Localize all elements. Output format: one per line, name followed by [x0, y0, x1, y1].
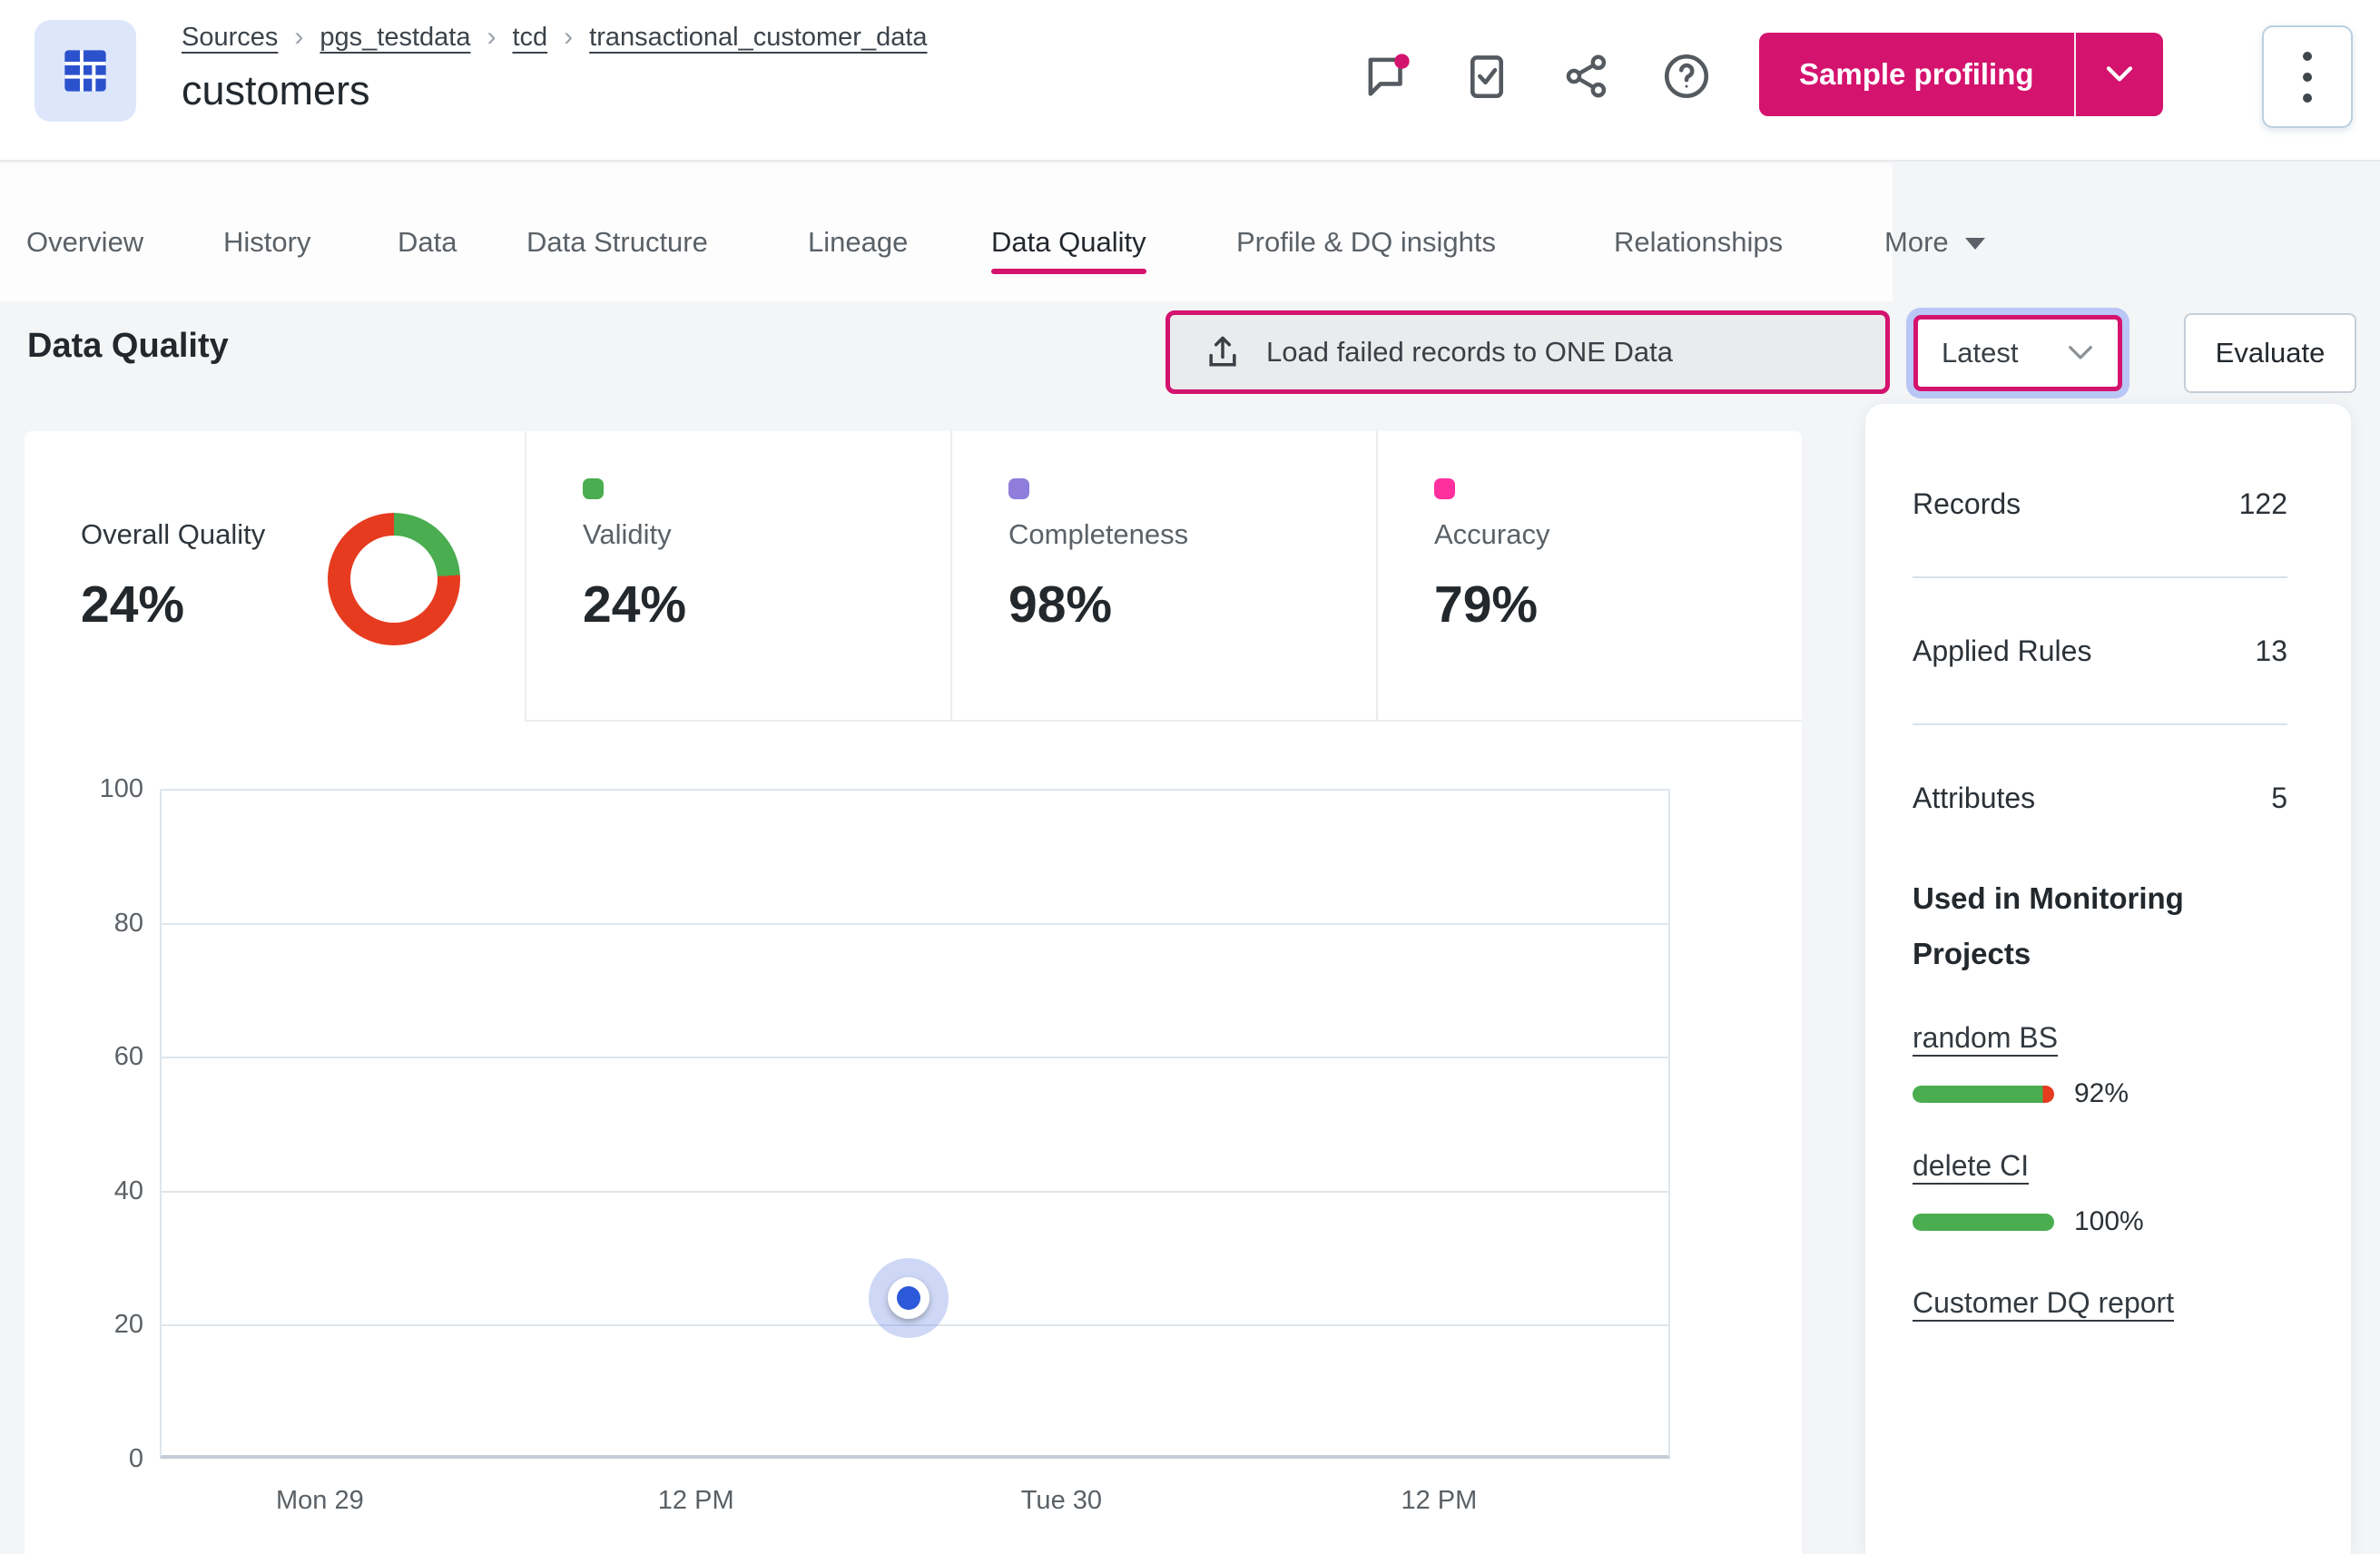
tab-data-structure[interactable]: Data Structure [526, 226, 708, 259]
upload-icon [1209, 336, 1236, 367]
chevron-right-icon [487, 22, 496, 53]
overall-quality-donut [328, 513, 460, 645]
accuracy-value: 79% [1434, 575, 1539, 634]
dq-history-chart [160, 789, 1670, 1459]
y-tick-20: 20 [113, 1310, 143, 1339]
accuracy-label: Accuracy [1434, 518, 1550, 550]
help-icon[interactable] [1659, 49, 1714, 103]
completeness-card: Completeness 98% [950, 431, 1376, 722]
progress-value: 100% [2074, 1206, 2144, 1237]
progress-bar [1913, 1085, 2054, 1103]
project-link-delete-ci[interactable]: delete CI [1913, 1149, 2029, 1183]
project-progress-row: 100% [1913, 1206, 2287, 1237]
x-tick-12pm-1: 12 PM [657, 1486, 734, 1515]
attributes-stat: Attributes 5 [1913, 771, 2287, 825]
accuracy-color-dot [1434, 478, 1455, 499]
monitoring-projects-heading: Used in Monitoring Projects [1913, 881, 2184, 971]
table-icon [64, 50, 106, 92]
records-label: Records [1913, 487, 2021, 520]
tab-relationships[interactable]: Relationships [1614, 226, 1783, 259]
catalog-item-icon [34, 20, 136, 122]
chevron-right-icon [294, 22, 303, 53]
sample-profiling-button[interactable]: Sample profiling [1759, 33, 2074, 116]
gridline-40 [162, 1191, 1668, 1193]
kebab-dot [2303, 93, 2312, 103]
quality-summary-cards: Overall Quality 24% Validity 24% Complet… [25, 431, 1802, 722]
overall-quality-value: 24% [81, 575, 185, 634]
validity-card: Validity 24% [525, 431, 950, 722]
overall-quality-label: Overall Quality [81, 518, 266, 550]
tab-overview[interactable]: Overview [26, 226, 143, 259]
applied-rules-label: Applied Rules [1913, 634, 2092, 667]
tab-data-quality[interactable]: Data Quality [991, 226, 1146, 274]
progress-bar [1913, 1213, 2054, 1231]
project-link-random-bs[interactable]: random BS [1913, 1021, 2058, 1055]
applied-rules-stat: Applied Rules 13 [1913, 624, 2287, 678]
gridline-80 [162, 923, 1668, 925]
chevron-down-icon [2069, 346, 2092, 359]
x-tick-mon29: Mon 29 [276, 1486, 364, 1515]
completeness-label: Completeness [1008, 518, 1189, 550]
more-options-kebab-button[interactable] [2262, 25, 2353, 128]
y-tick-40: 40 [113, 1176, 143, 1205]
version-select[interactable]: Latest [1913, 315, 2122, 391]
sample-profiling-split-button: Sample profiling [1759, 33, 2163, 116]
validity-value: 24% [583, 575, 687, 634]
progress-value: 92% [2074, 1078, 2129, 1109]
tasks-icon[interactable] [1460, 49, 1514, 103]
kebab-dot [2303, 51, 2312, 61]
breadcrumb-sources[interactable]: Sources [182, 23, 278, 53]
tab-profile-dq-insights[interactable]: Profile & DQ insights [1236, 226, 1496, 259]
attributes-label: Attributes [1913, 781, 2036, 814]
validity-color-dot [583, 478, 604, 499]
tab-bar: Overview History Data Data Structure Lin… [0, 163, 1985, 301]
breadcrumb-transactional-customer-data[interactable]: transactional_customer_data [589, 23, 927, 53]
comments-icon[interactable] [1360, 49, 1414, 103]
completeness-value: 98% [1008, 575, 1113, 634]
breadcrumb: Sources pgs_testdata tcd transactional_c… [182, 22, 928, 53]
tab-history[interactable]: History [223, 226, 310, 259]
x-tick-12pm-2: 12 PM [1401, 1486, 1478, 1515]
tab-lineage[interactable]: Lineage [808, 226, 908, 259]
tab-more[interactable]: More [1884, 226, 1985, 259]
x-tick-tue30: Tue 30 [1020, 1486, 1103, 1515]
caret-down-icon [1964, 238, 1985, 251]
applied-rules-value: 13 [2255, 634, 2287, 667]
y-tick-0: 0 [128, 1444, 143, 1473]
breadcrumb-tcd[interactable]: tcd [512, 23, 547, 53]
validity-label: Validity [583, 518, 672, 550]
load-failed-records-button[interactable]: Load failed records to ONE Data [1165, 310, 1890, 394]
attributes-value: 5 [2271, 781, 2287, 814]
y-tick-80: 80 [113, 909, 143, 938]
kebab-dot [2303, 72, 2312, 82]
section-heading: Data Quality [27, 327, 229, 365]
evaluate-button[interactable]: Evaluate [2184, 313, 2356, 393]
chevron-right-icon [564, 22, 573, 53]
tab-data[interactable]: Data [398, 226, 457, 259]
data-point-ring [888, 1276, 930, 1319]
page-title: customers [182, 67, 370, 113]
records-value: 122 [2238, 487, 2287, 520]
app-header: Sources pgs_testdata tcd transactional_c… [0, 0, 2380, 162]
records-stat: Records 122 [1913, 477, 2287, 531]
share-icon[interactable] [1559, 49, 1614, 103]
details-sidebar: Records 122 Applied Rules 13 Attributes … [1865, 404, 2351, 1554]
chevron-down-icon [2106, 66, 2132, 82]
y-tick-100: 100 [99, 774, 143, 803]
customer-dq-report-link[interactable]: Customer DQ report [1913, 1286, 2174, 1320]
breadcrumb-pgs-testdata[interactable]: pgs_testdata [320, 23, 470, 53]
accuracy-card: Accuracy 79% [1376, 431, 1802, 722]
data-point-dot [897, 1285, 921, 1310]
y-tick-60: 60 [113, 1042, 143, 1071]
divider [1913, 723, 2287, 725]
data-quality-panel: Overall Quality 24% Validity 24% Complet… [25, 431, 1802, 1554]
overall-quality-card: Overall Quality 24% [25, 431, 525, 722]
project-progress-row: 92% [1913, 1078, 2287, 1109]
divider [1913, 576, 2287, 578]
chart-data-point[interactable] [869, 1257, 949, 1338]
gridline-60 [162, 1057, 1668, 1058]
profiling-options-dropdown[interactable] [2076, 33, 2163, 116]
completeness-color-dot [1008, 478, 1029, 499]
